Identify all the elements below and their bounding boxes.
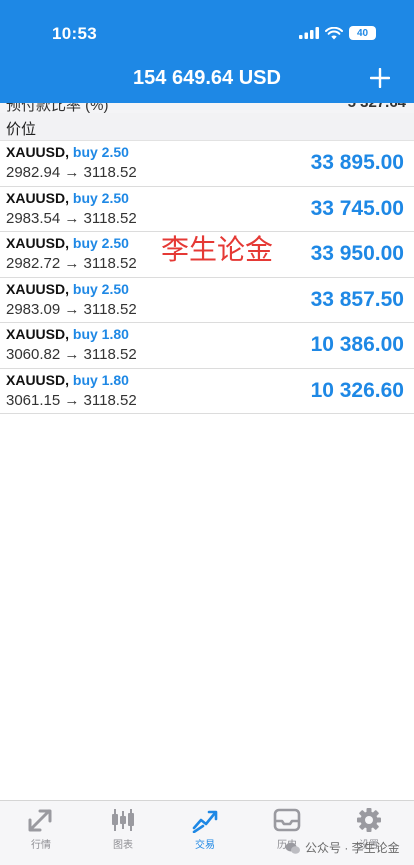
tab-chart[interactable]: 图表 <box>82 801 164 861</box>
position-symbol: XAUUSD, <box>6 235 70 251</box>
partial-summary-row: 预付款比率 (%) 5 327.64 <box>0 103 414 113</box>
tab-quotes[interactable]: 行情 <box>0 801 82 861</box>
watermark-text: 李生论金 <box>161 233 274 266</box>
position-symbol: XAUUSD, <box>6 371 70 388</box>
quotes-icon <box>28 809 52 832</box>
cellular-signal-icon <box>299 27 319 39</box>
position-prices: 2982.94 → 3118.52 <box>6 164 137 181</box>
position-row[interactable]: XAUUSD, buy 2.50 2983.09 → 3118.52 33 85… <box>0 278 414 323</box>
position-prices: 3060.82 → 3118.52 <box>6 346 137 363</box>
position-prices: 2983.09 → 3118.52 <box>6 300 137 318</box>
positions-section-header: 价位 <box>0 113 414 141</box>
app-header: 10:53 40 154 649.64 USD <box>0 0 414 103</box>
footer-watermark: 公众号 · 李生论金 <box>285 839 400 856</box>
wechat-icon <box>285 842 300 854</box>
position-side: buy 2.50 <box>72 144 129 160</box>
tab-trade[interactable]: 交易 <box>164 801 246 861</box>
status-time: 10:53 <box>52 24 97 43</box>
position-prices: 3061.15 → 3118.52 <box>6 391 137 409</box>
position-side: buy 2.50 <box>72 235 129 251</box>
position-side: buy 2.50 <box>72 189 129 206</box>
position-profit: 33 857.50 <box>310 287 404 311</box>
plus-icon <box>370 68 390 88</box>
position-side: buy 2.50 <box>72 280 129 297</box>
positions-list: XAUUSD, buy 2.50 2982.94 → 3118.52 33 89… <box>0 141 414 414</box>
account-balance: 154 649.64 USD <box>133 67 281 89</box>
position-symbol: XAUUSD, <box>6 144 70 160</box>
tab-label: 行情 <box>31 840 51 851</box>
position-profit: 33 895.00 <box>310 151 404 174</box>
position-side: buy 1.80 <box>72 326 129 342</box>
partial-row-value: 5 327.64 <box>348 103 406 111</box>
tab-label: 交易 <box>195 840 215 851</box>
battery-icon: 40 <box>349 26 376 40</box>
candlestick-icon <box>112 809 134 831</box>
position-symbol: XAUUSD, <box>6 326 70 342</box>
position-symbol: XAUUSD, <box>6 280 70 297</box>
tab-label: 图表 <box>113 840 133 851</box>
position-row[interactable]: XAUUSD, buy 2.50 2983.54 → 3118.52 33 74… <box>0 187 414 232</box>
position-profit: 33 745.00 <box>310 196 404 220</box>
position-symbol: XAUUSD, <box>6 189 70 206</box>
position-row[interactable]: XAUUSD, buy 1.80 3060.82 → 3118.52 10 38… <box>0 323 414 369</box>
position-row[interactable]: XAUUSD, buy 1.80 3061.15 → 3118.52 10 32… <box>0 369 414 414</box>
position-profit: 10 326.60 <box>310 378 404 402</box>
partial-row-label: 预付款比率 (%) <box>6 103 109 113</box>
wifi-icon <box>325 26 343 39</box>
position-row[interactable]: XAUUSD, buy 2.50 2982.94 → 3118.52 33 89… <box>0 141 414 187</box>
position-prices: 2983.54 → 3118.52 <box>6 209 137 227</box>
status-bar: 10:53 40 <box>0 0 414 60</box>
section-title: 价位 <box>6 121 37 138</box>
position-profit: 33 950.00 <box>310 242 404 265</box>
footer-watermark-text: 公众号 · 李生论金 <box>305 841 400 855</box>
history-icon <box>273 808 301 832</box>
position-side: buy 1.80 <box>72 371 129 388</box>
trade-icon <box>192 810 218 833</box>
position-prices: 2982.72 → 3118.52 <box>6 255 137 272</box>
status-icons: 40 <box>299 26 376 40</box>
position-profit: 10 386.00 <box>310 333 404 356</box>
gear-icon <box>357 808 381 832</box>
add-order-button[interactable] <box>366 64 394 92</box>
